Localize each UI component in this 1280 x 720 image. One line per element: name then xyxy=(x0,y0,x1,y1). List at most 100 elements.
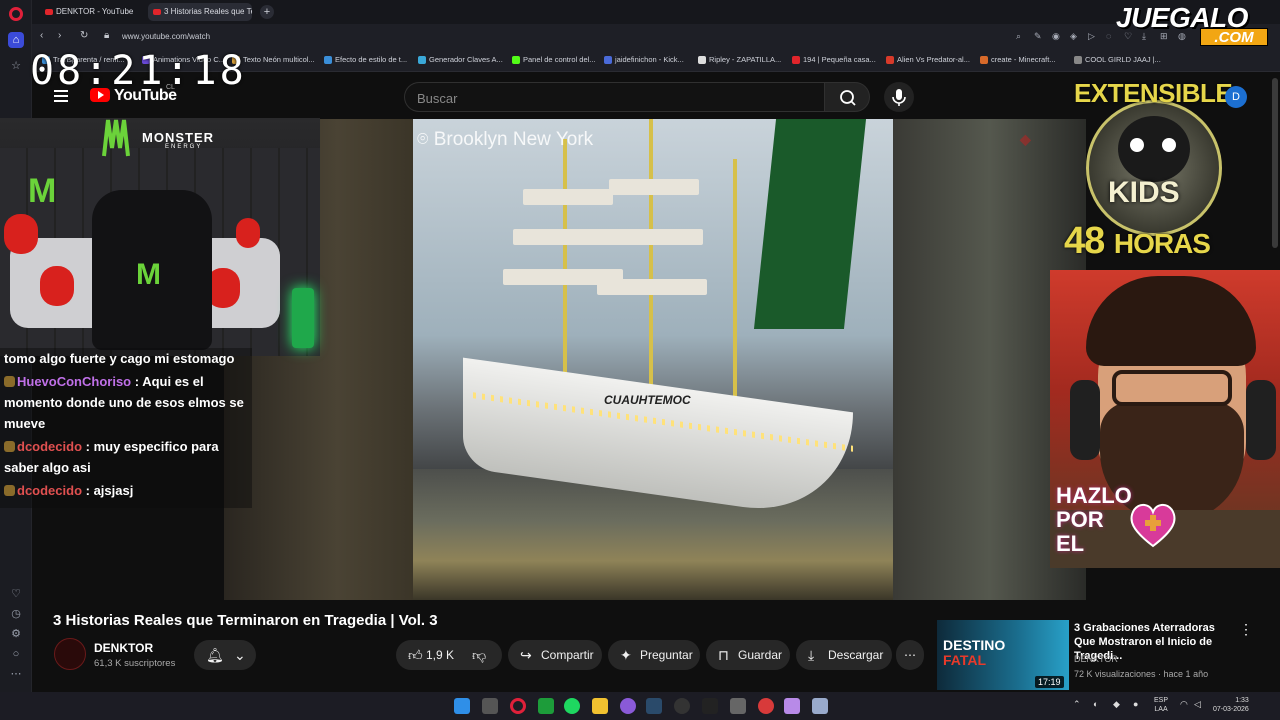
like-button[interactable]: 👍︎ 1,9 K 👎︎ xyxy=(396,640,502,670)
voice-search-button[interactable] xyxy=(884,82,914,112)
tray-chevron-icon[interactable]: ⌃ xyxy=(1073,699,1081,710)
back-icon[interactable]: ‹ xyxy=(40,30,43,41)
wifi-icon[interactable]: ◠ xyxy=(1180,699,1188,710)
hazlo-text: HAZLO POR EL xyxy=(1056,483,1132,556)
bookmark-icon: ⊓ xyxy=(718,647,729,663)
more-actions-button[interactable]: ⋯ xyxy=(896,640,924,670)
new-tab-button[interactable]: + xyxy=(260,5,274,19)
share-button[interactable]: ↪ Compartir xyxy=(508,640,602,670)
subscriber-count: 61,3 K suscriptores xyxy=(94,658,176,669)
minecraft-icon[interactable] xyxy=(730,698,746,714)
recommended-channel[interactable]: DENKTOR xyxy=(1074,654,1118,664)
tray-app-icon[interactable]: ◆ xyxy=(1113,699,1120,710)
bell-icon: 🔔︎ xyxy=(206,647,224,663)
video-title: 3 Historias Reales que Terminaron en Tra… xyxy=(53,612,438,629)
url-field[interactable]: www.youtube.com/watch xyxy=(122,32,210,41)
notifications-button[interactable]: 🔔︎ ⌄ xyxy=(194,640,256,670)
chat-username[interactable]: HuevoConChoriso xyxy=(17,374,131,389)
bookmark-item[interactable]: jaidefinichon - Kick... xyxy=(604,55,684,64)
bookmark-item[interactable]: Efecto de estilo de t... xyxy=(324,55,407,64)
chevron-down-icon: ⌄ xyxy=(234,647,246,663)
bookmark-favicon-icon xyxy=(604,56,612,64)
discord-icon[interactable] xyxy=(620,698,636,714)
chat-message: dcodecido : muy especifico para saber al… xyxy=(4,439,219,475)
chat-username[interactable]: dcodecido xyxy=(17,483,82,498)
search-input[interactable]: Buscar xyxy=(404,82,824,112)
app-icon[interactable] xyxy=(758,698,774,714)
youtube-favicon-icon xyxy=(153,9,161,15)
download-button[interactable]: ⤓ Descargar xyxy=(796,640,892,670)
more-icon[interactable]: ⋯ xyxy=(8,666,24,682)
app-icon[interactable] xyxy=(812,698,828,714)
monster-logo-text: MONSTER xyxy=(142,130,214,145)
reload-icon[interactable]: ↻ xyxy=(80,30,88,41)
thumbs-down-icon: 👎︎ xyxy=(472,647,487,663)
video-player[interactable]: ◆ ⌾ Brooklyn New York CUAUHTEMOC xyxy=(224,119,1086,600)
chat-message: tomo algo fuerte y cago mi estomago xyxy=(4,351,235,366)
mic-browser-icon[interactable]: ◌ xyxy=(1106,31,1111,41)
history-icon[interactable]: ◷ xyxy=(8,606,24,622)
app-icon[interactable] xyxy=(784,698,800,714)
stream-clock: 08:21:18 xyxy=(30,48,247,94)
save-button[interactable]: ⊓ Guardar xyxy=(706,640,790,670)
flag-shape xyxy=(753,119,867,329)
tab-video[interactable]: 3 Historias Reales que Ter xyxy=(148,3,252,21)
system-clock[interactable]: 1:33 07-03-2026 xyxy=(1213,696,1249,714)
tab-denktor[interactable]: DENKTOR - YouTube xyxy=(40,3,146,21)
chat-username[interactable]: dcodecido xyxy=(17,439,82,454)
heart-icon[interactable]: ♡ xyxy=(8,586,24,602)
search-button[interactable] xyxy=(824,82,870,112)
bookmark-item[interactable]: 194 | Pequeña casa... xyxy=(792,55,876,64)
language-indicator[interactable]: ESP LAA xyxy=(1154,696,1168,714)
bookmark-item[interactable]: Ripley - ZAPATILLA... xyxy=(698,55,781,64)
ripley-icon xyxy=(698,56,706,64)
bookmark-item[interactable]: Generador Claves A... xyxy=(418,55,503,64)
mascot-eye xyxy=(1162,138,1176,152)
bookmark-item[interactable]: Alien Vs Predator-al... xyxy=(886,55,970,64)
pen-icon[interactable]: ✎ xyxy=(1034,31,1042,42)
channel-watermark: ◆ xyxy=(1020,131,1031,147)
tab-bar: DENKTOR - YouTube 3 Historias Reales que… xyxy=(32,0,1280,24)
steam-icon[interactable] xyxy=(646,698,662,714)
folder-icon[interactable] xyxy=(592,698,608,714)
bulb-icon[interactable]: ○ xyxy=(8,646,24,662)
monster-m-icon: M xyxy=(28,172,57,210)
star-icon[interactable]: ☆ xyxy=(8,58,24,74)
bookmark-item[interactable]: Panel de control del... xyxy=(512,55,596,64)
search-page-icon[interactable]: ⌕ xyxy=(1016,31,1021,42)
obs-icon[interactable] xyxy=(674,698,690,714)
channel-name[interactable]: DENKTOR xyxy=(94,641,153,655)
scrollbar[interactable] xyxy=(1272,78,1278,248)
channel-avatar[interactable] xyxy=(54,638,86,670)
shield-icon[interactable]: ◈ xyxy=(1070,31,1077,42)
bookmark-item[interactable]: create - Minecraft... xyxy=(980,55,1056,64)
spotify-icon[interactable] xyxy=(564,698,580,714)
task-view-icon[interactable] xyxy=(482,698,498,714)
download-icon: ⤓ xyxy=(808,647,815,663)
play-icon[interactable]: ▷ xyxy=(1088,31,1095,42)
opera-logo-icon[interactable] xyxy=(9,7,23,21)
settings-icon[interactable]: ⚙ xyxy=(8,626,24,642)
home-icon[interactable]: ⌂ xyxy=(8,32,24,48)
opera-icon[interactable] xyxy=(510,698,526,714)
camera-icon[interactable]: ◉ xyxy=(1052,31,1060,42)
tray-app-icon[interactable]: ● xyxy=(1133,699,1138,709)
bookmark-favicon-icon xyxy=(324,56,332,64)
bookmark-item[interactable]: COOL GIRLD JAAJ |... xyxy=(1074,55,1161,64)
tray-app-icon[interactable]: ◐ xyxy=(1093,699,1098,709)
xbox-icon[interactable] xyxy=(538,698,554,714)
more-icon: ⋯ xyxy=(904,648,916,662)
windows-start-icon[interactable] xyxy=(454,698,470,714)
forward-icon[interactable]: › xyxy=(58,30,61,41)
bookmark-favicon-icon xyxy=(418,56,426,64)
account-avatar[interactable]: D xyxy=(1225,86,1247,108)
volume-icon[interactable]: ◁ xyxy=(1194,699,1201,710)
thumbs-up-icon: 👍︎ xyxy=(408,647,423,663)
ship-name: CUAUHTEMOC xyxy=(604,393,691,407)
ship-mast xyxy=(733,159,737,409)
bookmark-favicon-icon xyxy=(1074,56,1082,64)
more-vert-icon[interactable]: ⋮ xyxy=(1239,621,1253,638)
ask-button[interactable]: ✦ Preguntar xyxy=(608,640,700,670)
stream-chat: tomo algo fuerte y cago mi estomago Huev… xyxy=(0,348,252,508)
capcut-icon[interactable] xyxy=(702,698,718,714)
